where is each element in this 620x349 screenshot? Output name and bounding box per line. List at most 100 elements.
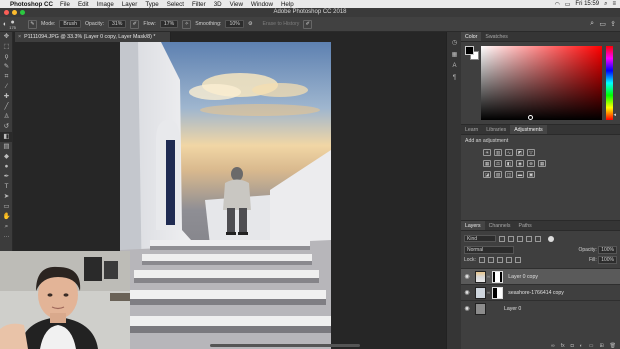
black-white-icon[interactable]: ◧ xyxy=(505,160,513,167)
menu-filter[interactable]: Filter xyxy=(192,1,206,8)
smoothing-settings-icon[interactable]: ⚙ xyxy=(248,21,253,27)
tool-preset[interactable]: ◐ ● 175 xyxy=(3,19,23,30)
quick-select-tool[interactable]: ✎ xyxy=(0,62,13,72)
filter-smart-object-icon[interactable] xyxy=(535,235,541,242)
pressure-opacity-button[interactable]: ✐ xyxy=(130,19,140,29)
foreground-color-swatch[interactable] xyxy=(465,46,474,55)
brush-tool[interactable]: ╱ xyxy=(0,102,13,112)
fill-field[interactable]: 100% xyxy=(598,256,617,264)
history-brush-tool[interactable]: ↺ xyxy=(0,122,13,132)
menu-layer[interactable]: Layer xyxy=(122,1,137,8)
zoom-tool[interactable]: ⌕ xyxy=(0,222,13,232)
new-group-icon[interactable]: ▭ xyxy=(589,343,594,349)
curves-icon[interactable]: ∿ xyxy=(505,149,513,156)
erase-to-history-label[interactable]: Erase to History xyxy=(263,21,300,27)
filter-adjustment-icon[interactable] xyxy=(508,235,514,242)
eyedropper-tool[interactable]: ⁄ xyxy=(0,82,13,92)
wifi-icon[interactable]: ◠ xyxy=(555,1,560,8)
mode-select[interactable]: Brush xyxy=(59,20,81,28)
layer-row-seashore-copy[interactable]: ◉ ∞ seashore-1766414 copy xyxy=(461,284,620,300)
filter-toggle[interactable] xyxy=(548,235,554,242)
document-tab[interactable]: × P1111094.JPG @ 33.3% (Layer 0 copy, Lay… xyxy=(15,32,171,42)
document-canvas-photo[interactable] xyxy=(120,42,331,349)
layer-name[interactable]: seashore-1766414 copy xyxy=(508,290,564,296)
tab-layers[interactable]: Layers xyxy=(461,221,485,230)
notification-icon[interactable]: ≡ xyxy=(612,1,616,7)
layer-row-layer-0[interactable]: ◉ Layer 0 xyxy=(461,300,620,316)
hand-tool[interactable]: ✋ xyxy=(0,212,13,222)
tab-libraries[interactable]: Libraries xyxy=(482,125,510,134)
filter-pixel-icon[interactable] xyxy=(499,235,505,242)
path-select-tool[interactable]: ➤ xyxy=(0,192,13,202)
levels-icon[interactable]: ▥ xyxy=(494,149,502,156)
lock-all-icon[interactable] xyxy=(514,257,521,263)
photo-filter-icon[interactable]: ◉ xyxy=(516,160,524,167)
history-panel-icon[interactable]: ◷ xyxy=(447,36,462,48)
color-picker-cursor[interactable] xyxy=(528,115,533,120)
menu-window[interactable]: Window xyxy=(251,1,273,8)
airbrush-button[interactable]: ✧ xyxy=(182,19,192,29)
visibility-eye-icon[interactable]: ◉ xyxy=(461,305,473,312)
menu-3d[interactable]: 3D xyxy=(214,1,222,8)
menu-view[interactable]: View xyxy=(230,1,243,8)
tab-adjustments[interactable]: Adjustments xyxy=(510,125,547,134)
hue-slider[interactable]: ◂ xyxy=(606,46,616,120)
new-layer-icon[interactable]: ⊞ xyxy=(599,343,603,349)
vibrance-icon[interactable]: ▽ xyxy=(527,149,535,156)
pen-tool[interactable]: ✒ xyxy=(0,172,13,182)
pressure-size-button[interactable]: ✐ xyxy=(303,19,313,29)
brightness-contrast-icon[interactable]: ☀ xyxy=(483,149,491,156)
selective-color-icon[interactable]: ▣ xyxy=(527,171,535,178)
gradient-map-icon[interactable]: ▬ xyxy=(516,171,524,178)
healing-brush-tool[interactable]: ✚ xyxy=(0,92,13,102)
menu-file[interactable]: File xyxy=(60,1,70,8)
flow-field[interactable]: 17% xyxy=(159,20,179,28)
eraser-tool[interactable]: ◧ xyxy=(0,132,13,142)
clone-stamp-tool[interactable]: ♙ xyxy=(0,112,13,122)
link-layers-icon[interactable]: ∞ xyxy=(551,343,555,349)
rectangle-tool[interactable]: ▭ xyxy=(0,202,13,212)
layer-name[interactable]: Layer 0 xyxy=(504,306,521,312)
zoom-window-button[interactable] xyxy=(20,10,25,15)
menu-select[interactable]: Select xyxy=(167,1,184,8)
lock-transparent-icon[interactable] xyxy=(478,257,485,263)
menu-help[interactable]: Help xyxy=(281,1,294,8)
mask-link-icon[interactable]: ∞ xyxy=(487,274,490,279)
color-lookup-icon[interactable]: ▦ xyxy=(538,160,546,167)
visibility-eye-icon[interactable]: ◉ xyxy=(461,289,473,296)
more-tools-icon[interactable]: ··· xyxy=(0,232,13,242)
tab-channels[interactable]: Channels xyxy=(485,221,515,230)
hue-saturation-icon[interactable]: ▦ xyxy=(483,160,491,167)
tab-learn[interactable]: Learn xyxy=(461,125,482,134)
blend-mode-select[interactable]: Normal xyxy=(464,246,514,254)
workspace-icon[interactable]: ▭ xyxy=(599,20,606,28)
color-picker-field[interactable] xyxy=(481,46,602,120)
lock-position-icon[interactable] xyxy=(496,257,503,263)
threshold-icon[interactable]: ◫ xyxy=(505,171,513,178)
close-document-icon[interactable]: × xyxy=(18,34,21,40)
app-menu[interactable]: Photoshop CC xyxy=(10,1,53,8)
opacity-field[interactable]: 31% xyxy=(108,20,127,28)
add-mask-icon[interactable]: ◘ xyxy=(571,343,574,349)
horizontal-scrollbar[interactable] xyxy=(210,344,360,347)
search-icon[interactable]: ⌕ xyxy=(590,20,594,28)
brush-preset-picker[interactable]: ● 175 xyxy=(9,19,16,30)
channel-mixer-icon[interactable]: ⊕ xyxy=(527,160,535,167)
close-window-button[interactable] xyxy=(4,10,9,15)
lasso-tool[interactable]: ϙ xyxy=(0,52,13,62)
layer-name[interactable]: Layer 0 copy xyxy=(508,274,538,280)
battery-icon[interactable]: ▭ xyxy=(565,1,571,8)
foreground-background-swatch[interactable] xyxy=(465,46,479,60)
delete-layer-icon[interactable]: 🗑 xyxy=(610,343,616,349)
minimize-window-button[interactable] xyxy=(12,10,17,15)
color-balance-icon[interactable]: ⚖ xyxy=(494,160,502,167)
layer-filter-kind-select[interactable]: Kind xyxy=(464,235,496,242)
paragraph-panel-icon[interactable]: ¶ xyxy=(447,72,462,84)
gradient-tool[interactable]: ▤ xyxy=(0,142,13,152)
tab-color[interactable]: Color xyxy=(461,32,482,41)
menu-type[interactable]: Type xyxy=(145,1,158,8)
layer-mask-thumbnail[interactable] xyxy=(492,270,504,283)
share-icon[interactable]: ⇪ xyxy=(610,20,616,28)
marquee-tool[interactable]: ⬚ xyxy=(0,42,13,52)
menu-image[interactable]: Image xyxy=(97,1,114,8)
